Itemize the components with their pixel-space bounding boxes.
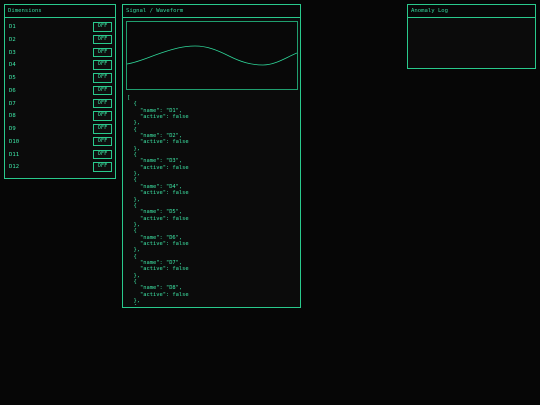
waveform-panel-title: Signal / Waveform [123, 5, 300, 18]
waveform-plot [126, 21, 298, 90]
dimensions-list: D1 OFF D2 OFF D3 OFF D4 OFF D5 OFF D6 OF… [5, 22, 115, 175]
dimension-toggle-button[interactable]: OFF [93, 34, 112, 45]
dimension-toggle-button[interactable]: OFF [93, 47, 112, 57]
dimension-label: D6 [9, 87, 16, 94]
dimension-row: D5 OFF [5, 73, 115, 86]
waveform-line [127, 45, 297, 66]
dimension-row: D8 OFF [5, 111, 115, 124]
dimensions-panel: Dimensions D1 OFF D2 OFF D3 OFF D4 OFF D… [4, 4, 116, 179]
waveform-svg [127, 45, 297, 66]
dimension-row: D7 OFF [5, 98, 115, 112]
dimension-row: D1 OFF [5, 22, 115, 35]
dimension-label: D3 [9, 49, 16, 56]
dimension-label: D2 [9, 36, 16, 43]
dimension-row: D11 OFF [5, 149, 115, 163]
dimension-label: D8 [9, 113, 16, 120]
dimension-label: D5 [9, 75, 16, 81]
json-output: [ { "name": "D1", "active": false }, { "… [127, 95, 189, 305]
dimension-label: D7 [9, 100, 16, 107]
dimension-toggle-button[interactable]: OFF [93, 98, 112, 108]
dimension-toggle-button[interactable]: OFF [93, 136, 112, 147]
dimension-toggle-button[interactable]: OFF [93, 73, 112, 83]
dimension-toggle-button[interactable]: OFF [93, 149, 112, 159]
dimension-label: D4 [9, 62, 16, 69]
dimension-row: D3 OFF [5, 47, 115, 61]
dimension-toggle-button[interactable]: OFF [93, 22, 112, 32]
dimension-row: D9 OFF [5, 124, 115, 137]
dimension-row: D12 OFF [5, 162, 115, 175]
anomaly-log-title: Anomaly Log [408, 5, 535, 18]
dimension-label: D12 [9, 164, 20, 171]
dimension-label: D1 [9, 24, 16, 30]
dimensions-panel-title: Dimensions [5, 5, 115, 18]
dimension-label: D11 [9, 151, 20, 158]
dimension-toggle-button[interactable]: OFF [93, 60, 112, 70]
dimension-row: D4 OFF [5, 60, 115, 73]
anomaly-log-panel: Anomaly Log [407, 4, 536, 69]
dimension-toggle-button[interactable]: OFF [93, 85, 112, 96]
dimension-label: D10 [9, 138, 20, 145]
dimension-row: D6 OFF [5, 85, 115, 99]
dimension-toggle-button[interactable]: OFF [93, 111, 112, 121]
waveform-panel: Signal / Waveform [ { "name": "D1", "act… [122, 4, 301, 308]
dimension-label: D9 [9, 126, 16, 132]
dimension-row: D2 OFF [5, 34, 115, 48]
dimension-toggle-button[interactable]: OFF [93, 162, 112, 172]
dimension-toggle-button[interactable]: OFF [93, 124, 112, 134]
dimension-row: D10 OFF [5, 136, 115, 150]
